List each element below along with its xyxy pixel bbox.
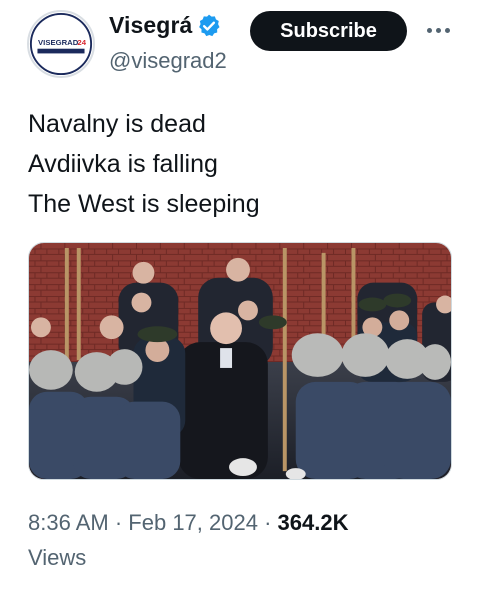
tweet-line: The West is sleeping — [28, 190, 260, 218]
tweet-line: Avdiivka is falling — [28, 150, 218, 178]
tweet-header: VISEGRAD 24 Visegrá @visegrad2 Subscribe — [0, 0, 480, 90]
tweet-line: Navalny is dead — [28, 110, 206, 138]
tweet-timestamp: 8:36 AM · Feb 17, 2024 · 364.2K — [28, 510, 349, 536]
views-count: 364.2K — [277, 510, 349, 535]
display-name[interactable]: Visegrá — [109, 12, 192, 39]
views-label: Views — [28, 545, 87, 570]
subscribe-button[interactable]: Subscribe — [250, 11, 407, 51]
tweet-text: Navalny is dead Avdiivka is falling The … — [28, 104, 458, 224]
avatar[interactable]: VISEGRAD 24 — [27, 10, 95, 78]
tweet-photo[interactable] — [28, 242, 452, 480]
more-dots-icon[interactable] — [418, 15, 458, 45]
tweet-time[interactable]: 8:36 AM — [28, 510, 109, 535]
name-row: Visegrá — [109, 12, 222, 39]
tweet-date[interactable]: Feb 17, 2024 — [128, 510, 258, 535]
visegrad-logo: VISEGRAD 24 — [29, 12, 93, 76]
handle[interactable]: @visegrad2 — [109, 48, 239, 74]
svg-text:VISEGRAD: VISEGRAD — [38, 38, 79, 47]
verified-badge-icon — [199, 14, 220, 36]
svg-text:24: 24 — [77, 38, 86, 47]
meta-separator: · — [264, 510, 272, 535]
meta-separator: · — [114, 510, 123, 535]
ceremony-photo — [29, 243, 451, 479]
